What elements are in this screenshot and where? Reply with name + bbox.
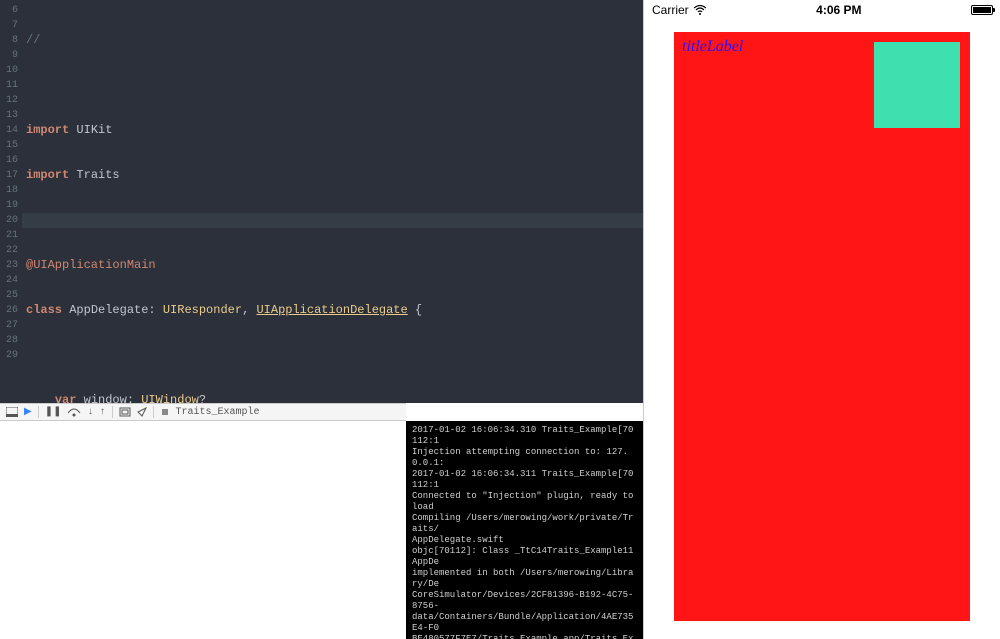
wifi-icon bbox=[693, 5, 707, 15]
code-comment: // bbox=[26, 33, 40, 47]
code-editor[interactable]: 6 7 8 9 10 11 12 13 14 15 16 17 18 19 20… bbox=[0, 0, 643, 403]
location-icon[interactable] bbox=[137, 407, 147, 417]
debug-view-icon[interactable] bbox=[119, 407, 131, 417]
battery-icon bbox=[971, 5, 993, 15]
ios-simulator: Carrier 4:06 PM titleLabel bbox=[643, 0, 1000, 639]
status-bar: Carrier 4:06 PM bbox=[644, 0, 1000, 20]
step-out-icon[interactable]: ↑ bbox=[99, 407, 105, 418]
title-label: titleLabel bbox=[682, 38, 743, 56]
variables-view[interactable] bbox=[0, 421, 406, 639]
carrier-label: Carrier bbox=[652, 3, 689, 17]
debug-toolbar: ▶ ❚❚ ↓ ↑ Traits_Example bbox=[0, 403, 406, 421]
step-over-icon[interactable] bbox=[67, 407, 81, 417]
process-icon bbox=[160, 407, 170, 417]
breadcrumb[interactable]: Traits_Example bbox=[176, 407, 260, 418]
cursor-line bbox=[22, 213, 643, 228]
app-main-view: titleLabel bbox=[674, 32, 970, 621]
line-gutter: 6 7 8 9 10 11 12 13 14 15 16 17 18 19 20… bbox=[0, 0, 22, 403]
step-in-icon[interactable]: ↓ bbox=[87, 407, 93, 418]
code-area[interactable]: // import UIKit import Traits @UIApplica… bbox=[22, 0, 643, 403]
pause-icon[interactable]: ❚❚ bbox=[45, 406, 62, 418]
green-square-view bbox=[874, 42, 960, 128]
console-output[interactable]: 2017-01-02 16:06:34.310 Traits_Example[7… bbox=[406, 421, 643, 639]
hide-debug-icon[interactable] bbox=[6, 407, 18, 417]
breakpoint-icon[interactable]: ▶ bbox=[24, 406, 32, 418]
clock: 4:06 PM bbox=[816, 3, 861, 17]
